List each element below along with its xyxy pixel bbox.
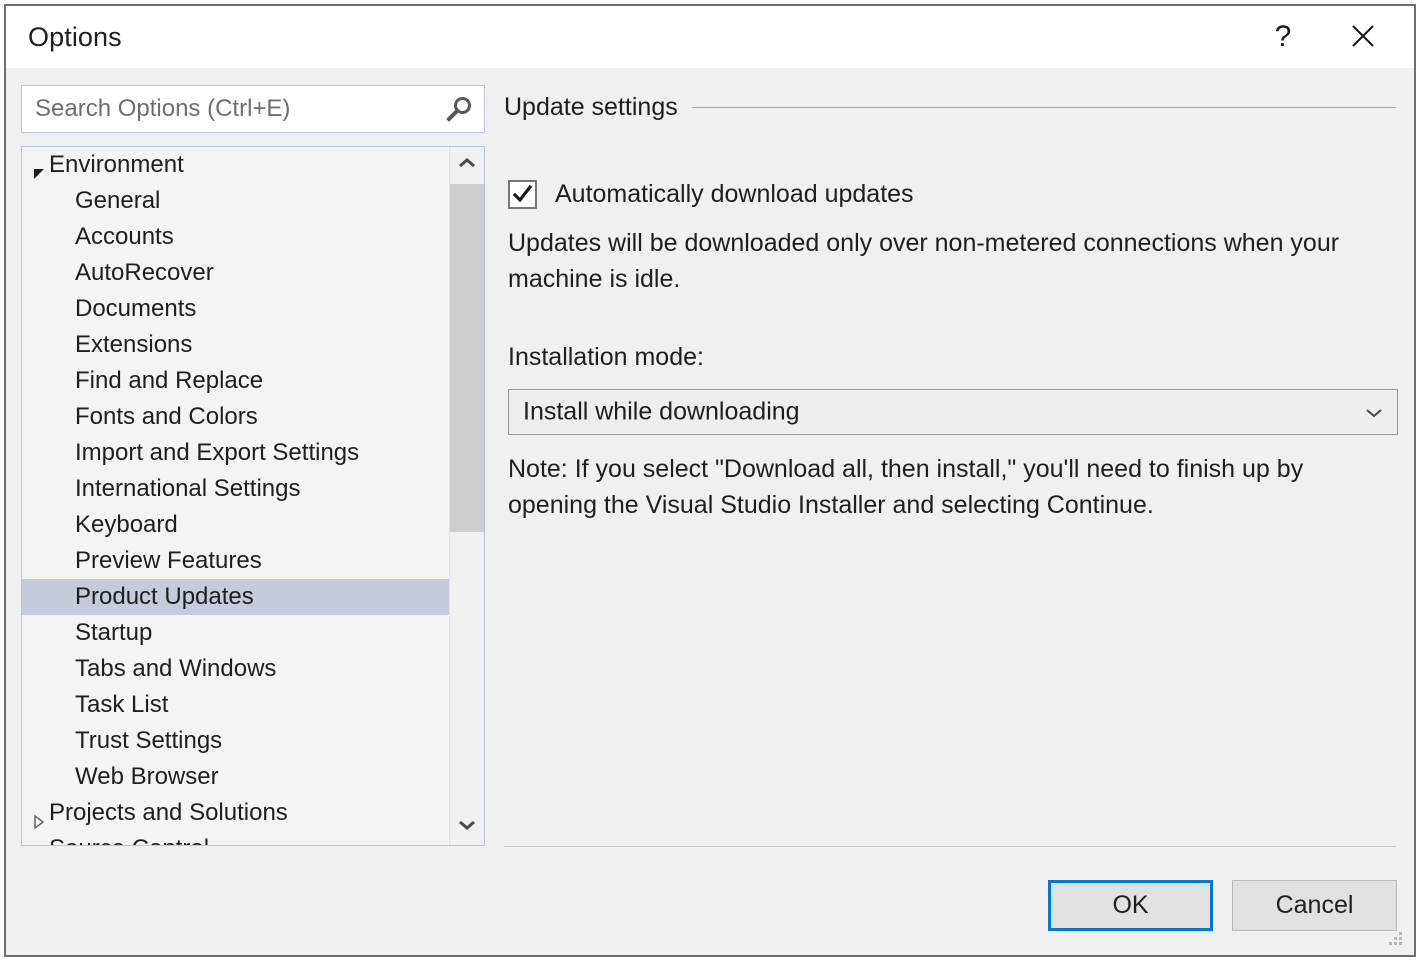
tree-item-keyboard[interactable]: Keyboard bbox=[22, 507, 449, 543]
scroll-up-button[interactable] bbox=[450, 147, 484, 183]
tree-item-preview-features[interactable]: Preview Features bbox=[22, 543, 449, 579]
update-settings-panel: Update settings Automatically download u… bbox=[504, 85, 1396, 935]
installation-mode-note: Note: If you select "Download all, then … bbox=[508, 451, 1388, 523]
tree-scrollbar[interactable] bbox=[449, 147, 484, 845]
close-icon bbox=[1348, 21, 1378, 54]
tree-item-label: AutoRecover bbox=[75, 259, 214, 286]
triangle-right-icon[interactable] bbox=[32, 841, 46, 845]
installation-mode-label: Installation mode: bbox=[508, 343, 704, 372]
scroll-thumb[interactable] bbox=[450, 184, 484, 532]
options-dialog: Options ? Environment General Accounts Auto… bbox=[4, 4, 1416, 957]
chevron-down-icon[interactable] bbox=[1365, 406, 1383, 418]
tree-item-label: Import and Export Settings bbox=[75, 439, 359, 466]
update-description-text: Updates will be downloaded only over non… bbox=[508, 225, 1388, 297]
footer-separator bbox=[504, 846, 1396, 847]
tree-item-import-and-export-settings[interactable]: Import and Export Settings bbox=[22, 435, 449, 471]
tree-item-general[interactable]: General bbox=[22, 183, 449, 219]
tree-item-label: General bbox=[75, 187, 160, 214]
tree-item-autorecover[interactable]: AutoRecover bbox=[22, 255, 449, 291]
tree-item-label: Web Browser bbox=[75, 763, 219, 790]
auto-download-updates-row[interactable]: Automatically download updates bbox=[508, 180, 914, 209]
tree-item-label: Fonts and Colors bbox=[75, 403, 258, 430]
tree-item-label: Accounts bbox=[75, 223, 174, 250]
tree-item-extensions[interactable]: Extensions bbox=[22, 327, 449, 363]
tree-item-startup[interactable]: Startup bbox=[22, 615, 449, 651]
options-tree[interactable]: Environment General Accounts AutoRecover Doc… bbox=[22, 147, 449, 845]
tree-item-label: Environment bbox=[49, 151, 184, 178]
group-header: Update settings bbox=[504, 93, 1396, 122]
installation-mode-dropdown[interactable]: Install while downloading bbox=[508, 389, 1398, 435]
installation-mode-value: Install while downloading bbox=[523, 398, 800, 427]
auto-download-updates-checkbox[interactable] bbox=[508, 180, 537, 209]
tree-item-task-list[interactable]: Task List bbox=[22, 687, 449, 723]
tree-item-documents[interactable]: Documents bbox=[22, 291, 449, 327]
tree-item-label: Task List bbox=[75, 691, 168, 718]
tree-item-label: Product Updates bbox=[75, 583, 254, 610]
tree-item-international-settings[interactable]: International Settings bbox=[22, 471, 449, 507]
tree-item-source-control[interactable]: Source Control bbox=[22, 831, 449, 845]
search-box[interactable] bbox=[21, 85, 485, 133]
tree-item-tabs-and-windows[interactable]: Tabs and Windows bbox=[22, 651, 449, 687]
search-icon[interactable] bbox=[444, 94, 474, 124]
question-mark-icon: ? bbox=[1275, 22, 1292, 52]
tree-item-web-browser[interactable]: Web Browser bbox=[22, 759, 449, 795]
scroll-down-button[interactable] bbox=[450, 809, 484, 845]
tree-item-projects-and-solutions[interactable]: Projects and Solutions bbox=[22, 795, 449, 831]
tree-item-label: Source Control bbox=[49, 835, 209, 845]
tree-item-product-updates[interactable]: Product Updates bbox=[22, 579, 449, 615]
group-header-rule bbox=[692, 107, 1396, 108]
chevron-up-icon bbox=[457, 156, 477, 174]
tree-item-find-and-replace[interactable]: Find and Replace bbox=[22, 363, 449, 399]
title-bar: Options ? bbox=[6, 6, 1414, 68]
options-tree-panel: Environment General Accounts AutoRecover Doc… bbox=[21, 146, 485, 846]
cancel-button[interactable]: Cancel bbox=[1232, 880, 1397, 931]
triangle-right-icon[interactable] bbox=[32, 805, 46, 821]
tree-item-accounts[interactable]: Accounts bbox=[22, 219, 449, 255]
tree-item-label: Tabs and Windows bbox=[75, 655, 276, 682]
ok-button[interactable]: OK bbox=[1048, 880, 1213, 931]
tree-item-label: Trust Settings bbox=[75, 727, 222, 754]
group-header-label: Update settings bbox=[504, 93, 678, 122]
search-input[interactable] bbox=[22, 86, 437, 132]
tree-item-label: Documents bbox=[75, 295, 196, 322]
resize-grip[interactable] bbox=[1386, 929, 1404, 947]
tree-item-label: Preview Features bbox=[75, 547, 262, 574]
help-button[interactable]: ? bbox=[1252, 6, 1314, 68]
page-title: Options bbox=[28, 22, 122, 53]
tree-item-label: Find and Replace bbox=[75, 367, 263, 394]
tree-item-fonts-and-colors[interactable]: Fonts and Colors bbox=[22, 399, 449, 435]
close-button[interactable] bbox=[1332, 6, 1394, 68]
chevron-down-icon bbox=[457, 818, 477, 836]
tree-item-label: International Settings bbox=[75, 475, 300, 502]
tree-item-label: Extensions bbox=[75, 331, 192, 358]
auto-download-updates-label: Automatically download updates bbox=[555, 180, 914, 209]
tree-item-environment[interactable]: Environment bbox=[22, 147, 449, 183]
triangle-down-icon[interactable] bbox=[32, 157, 46, 173]
tree-item-label: Projects and Solutions bbox=[49, 799, 288, 826]
tree-item-label: Startup bbox=[75, 619, 152, 646]
tree-item-trust-settings[interactable]: Trust Settings bbox=[22, 723, 449, 759]
tree-item-label: Keyboard bbox=[75, 511, 178, 538]
